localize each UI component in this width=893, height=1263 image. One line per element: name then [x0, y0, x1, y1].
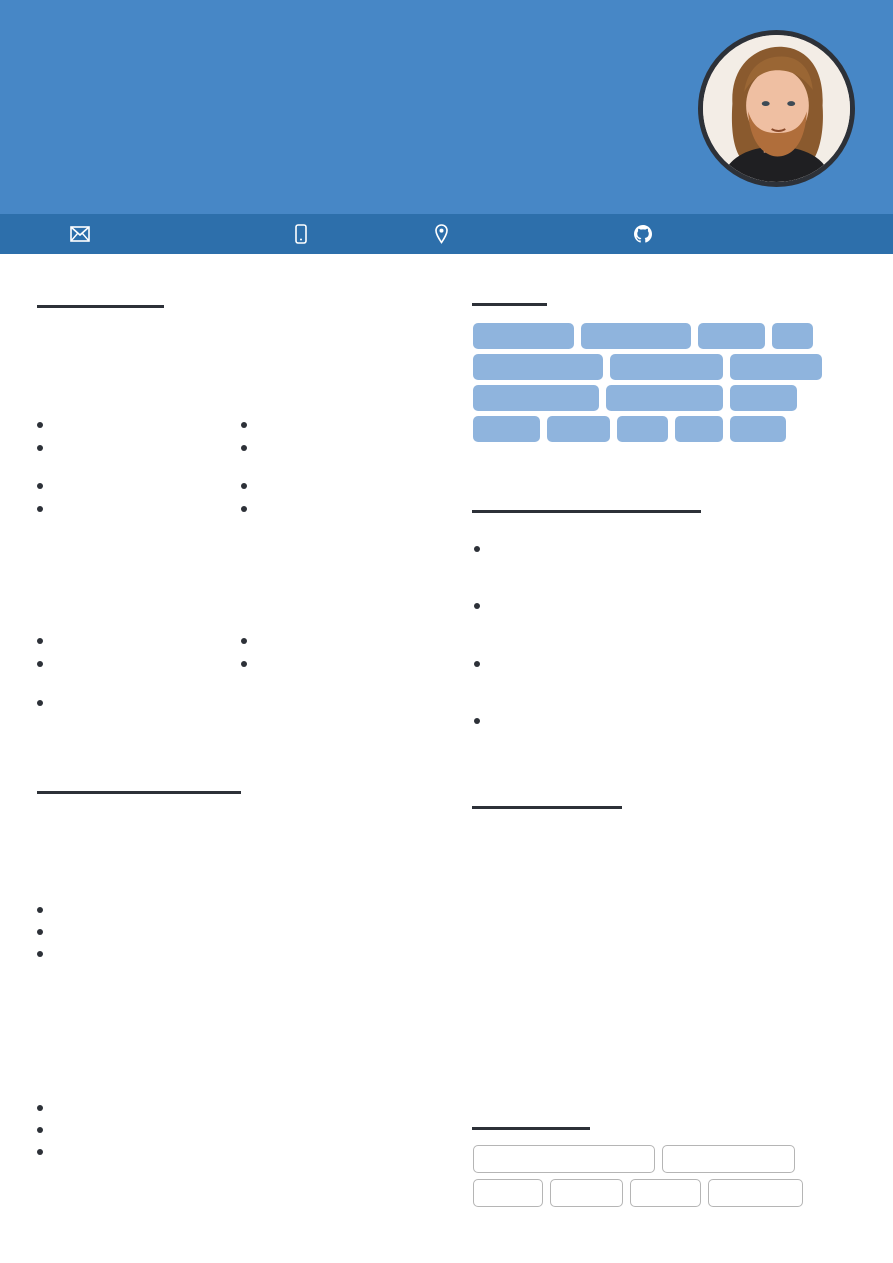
- skill-tag: [610, 354, 723, 380]
- skill-tag: [606, 385, 723, 411]
- list-bullet: [474, 661, 480, 667]
- skill-tag: [675, 416, 723, 442]
- outline-tag: [708, 1179, 803, 1207]
- outline-tag: [662, 1145, 795, 1173]
- list-bullet: [241, 483, 247, 489]
- list-bullet: [474, 546, 480, 552]
- section-heading-rule: [472, 806, 622, 809]
- list-bullet: [37, 661, 43, 667]
- list-bullet: [241, 422, 247, 428]
- list-bullet: [241, 638, 247, 644]
- outline-tag: [550, 1179, 623, 1207]
- skill-tag: [772, 323, 813, 349]
- skill-tag: [473, 385, 599, 411]
- list-bullet: [474, 603, 480, 609]
- list-bullet: [37, 1105, 43, 1111]
- contact-bar: [0, 214, 893, 254]
- list-bullet: [37, 700, 43, 706]
- list-bullet: [37, 445, 43, 451]
- skill-tag: [581, 323, 691, 349]
- list-bullet: [474, 718, 480, 724]
- skill-tag: [730, 416, 786, 442]
- list-bullet: [37, 483, 43, 489]
- skill-tag: [473, 323, 574, 349]
- list-bullet: [37, 907, 43, 913]
- outline-tag: [630, 1179, 701, 1207]
- list-bullet: [241, 661, 247, 667]
- profile-photo: [703, 35, 850, 182]
- skill-tag: [698, 323, 765, 349]
- section-heading-rule: [472, 303, 547, 306]
- list-bullet: [37, 506, 43, 512]
- location-icon[interactable]: [435, 224, 448, 244]
- list-bullet: [37, 1149, 43, 1155]
- mail-icon[interactable]: [70, 224, 90, 244]
- skill-tag: [730, 354, 822, 380]
- avatar: [698, 30, 855, 187]
- section-heading-rule: [472, 510, 701, 513]
- resume-header: [0, 0, 893, 214]
- phone-icon[interactable]: [295, 224, 307, 244]
- section-heading-rule: [37, 791, 241, 794]
- list-bullet: [37, 422, 43, 428]
- skill-tag: [730, 385, 797, 411]
- outline-tag: [473, 1179, 543, 1207]
- list-bullet: [37, 951, 43, 957]
- skill-tag: [547, 416, 610, 442]
- list-bullet: [37, 929, 43, 935]
- github-icon[interactable]: [634, 224, 652, 244]
- skill-tag: [473, 354, 603, 380]
- list-bullet: [241, 445, 247, 451]
- skill-tag: [617, 416, 668, 442]
- outline-tag: [473, 1145, 655, 1173]
- skill-tag: [473, 416, 540, 442]
- list-bullet: [37, 638, 43, 644]
- list-bullet: [241, 506, 247, 512]
- section-heading-rule: [472, 1127, 590, 1130]
- list-bullet: [37, 1127, 43, 1133]
- section-heading-rule: [37, 305, 164, 308]
